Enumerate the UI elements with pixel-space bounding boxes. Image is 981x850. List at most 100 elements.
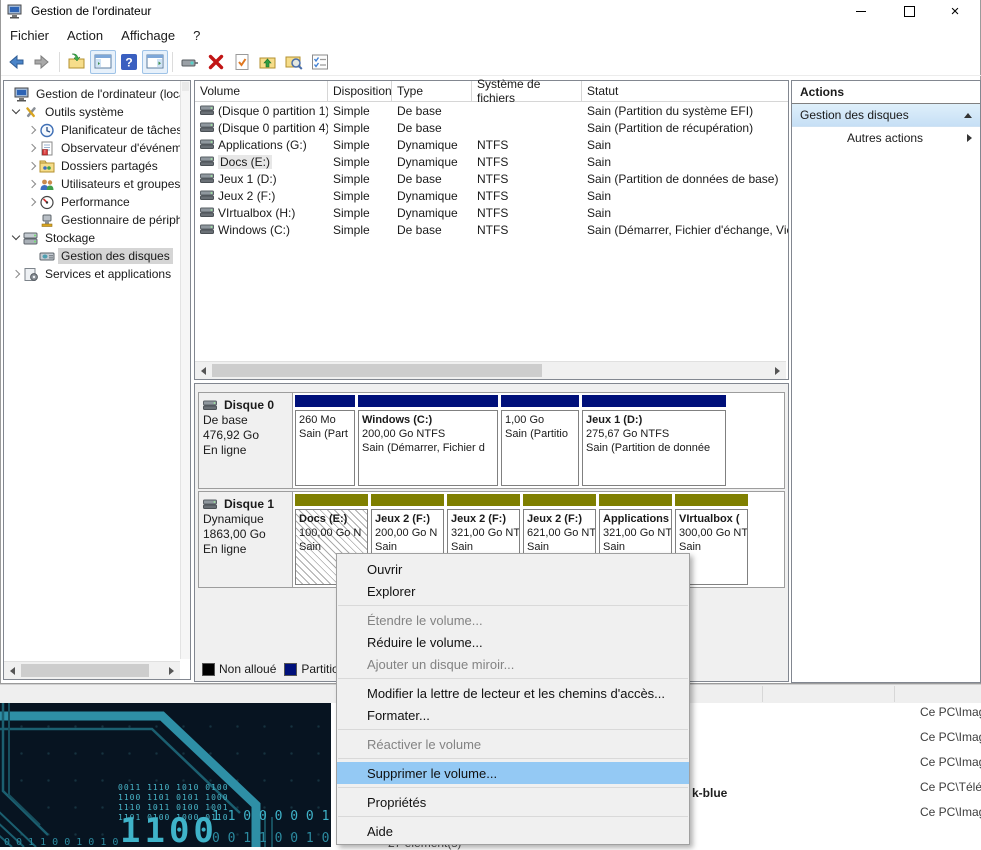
volume-row[interactable]: Jeux 1 (D:) Simple De base NTFS Sain (Pa…	[195, 170, 788, 187]
chevron-collapsed-icon[interactable]	[25, 177, 39, 191]
tree-item-observateur-evenements[interactable]: ! Observateur d'événeme	[4, 139, 180, 157]
menu-affichage[interactable]: Affichage	[112, 24, 184, 46]
properties-check-icon[interactable]	[229, 50, 255, 74]
partition-status: Sain (Partition de donnée	[586, 441, 722, 455]
menu-item-ouvrir[interactable]: Ouvrir	[337, 558, 689, 580]
tree-item-gestion-des-disques[interactable]: Gestion des disques	[4, 247, 180, 265]
tree-horizontal-scrollbar[interactable]	[4, 661, 180, 679]
column-header-disposition[interactable]: Disposition	[328, 81, 392, 101]
tree-item-label: Services et applications	[42, 266, 174, 282]
volume-status: Sain	[582, 138, 788, 152]
volume-row[interactable]: VIrtualbox (H:) Simple Dynamique NTFS Sa…	[195, 204, 788, 221]
volume-list-panel: Volume Disposition Type Système de fichi…	[194, 80, 789, 380]
partition-jeux1-d[interactable]: Jeux 1 (D:)275,67 Go NTFSSain (Partition…	[582, 395, 726, 486]
menu-item-proprietes[interactable]: Propriétés	[337, 791, 689, 813]
tree-item-utilisateurs-et-groupes[interactable]: Utilisateurs et groupes l	[4, 175, 180, 193]
title-bar[interactable]: Gestion de l'ordinateur ×	[1, 0, 980, 22]
close-button[interactable]: ×	[938, 1, 972, 21]
scroll-left-icon[interactable]	[4, 663, 21, 679]
tree-item-performance[interactable]: Performance	[4, 193, 180, 211]
disk-0-info[interactable]: Disque 0 De base 476,92 Go En ligne	[199, 393, 293, 488]
delete-icon[interactable]	[203, 50, 229, 74]
partition-recovery[interactable]: 1,00 GoSain (Partitio	[501, 395, 579, 486]
volume-horizontal-scrollbar[interactable]	[195, 361, 786, 379]
tree-item-computer-management-local[interactable]: Gestion de l'ordinateur (local)	[4, 85, 180, 103]
tree-item-outils-systeme[interactable]: Outils système	[4, 103, 180, 121]
menu-bar: Fichier Action Affichage ?	[1, 22, 980, 48]
tree-item-gestionnaire-de-peripheriques[interactable]: Gestionnaire de périphé	[4, 211, 180, 229]
menu-item-supprimer-le-volume[interactable]: Supprimer le volume...	[337, 762, 689, 784]
partition-size: 275,67 Go NTFS	[586, 427, 722, 441]
chevron-expanded-icon[interactable]	[9, 105, 23, 119]
minimize-button[interactable]	[844, 1, 878, 21]
find-folder-icon[interactable]	[281, 50, 307, 74]
disk-icon	[203, 499, 218, 510]
checklist-icon[interactable]	[307, 50, 333, 74]
tree-item-services-et-applications[interactable]: Services et applications	[4, 265, 180, 283]
menu-action[interactable]: Action	[58, 24, 112, 46]
scrollbar-thumb[interactable]	[21, 664, 149, 677]
tree-item-planificateur-de-taches[interactable]: Planificateur de tâches	[4, 121, 180, 139]
volume-size: 100,00 Go N	[299, 526, 364, 540]
chevron-expanded-icon[interactable]	[9, 231, 23, 245]
toolbar-separator	[59, 52, 60, 72]
chevron-collapsed-icon[interactable]	[25, 123, 39, 137]
scroll-right-icon[interactable]	[163, 663, 180, 679]
legend-swatch-navy	[284, 663, 297, 676]
back-icon[interactable]	[3, 50, 29, 74]
menu-item-reduire-le-volume[interactable]: Réduire le volume...	[337, 631, 689, 653]
maximize-button[interactable]	[892, 1, 926, 21]
tree-item-dossiers-partages[interactable]: Dossiers partagés	[4, 157, 180, 175]
collapse-arrow-icon[interactable]	[964, 113, 972, 118]
column-header-statut[interactable]: Statut	[582, 81, 788, 101]
menu-fichier[interactable]: Fichier	[1, 24, 58, 46]
disk-1-info[interactable]: Disque 1 Dynamique 1863,00 Go En ligne	[199, 492, 293, 587]
volume-color-strip	[295, 494, 368, 506]
scroll-up-icon[interactable]	[182, 82, 189, 91]
menu-item-aide[interactable]: Aide	[337, 820, 689, 842]
chevron-collapsed-icon[interactable]	[25, 141, 39, 155]
menu-item-explorer[interactable]: Explorer	[337, 580, 689, 602]
up-one-level-icon[interactable]	[255, 50, 281, 74]
scroll-right-icon[interactable]	[769, 363, 786, 379]
column-header-volume[interactable]: Volume	[195, 81, 328, 101]
volume-row[interactable]: Windows (C:) Simple De base NTFS Sain (D…	[195, 221, 788, 238]
remote-computer-icon[interactable]	[177, 50, 203, 74]
show-action-pane-icon[interactable]	[142, 50, 168, 74]
scroll-left-icon[interactable]	[195, 363, 212, 379]
partition-windows-c[interactable]: Windows (C:)200,00 Go NTFSSain (Démarrer…	[358, 395, 498, 486]
disk-management-icon	[39, 249, 55, 264]
volume-name: Jeux 2 (F:)	[218, 189, 275, 203]
volume-row[interactable]: (Disque 0 partition 4) Simple De base Sa…	[195, 119, 788, 136]
volume-status: Sain	[603, 540, 668, 554]
chevron-none	[25, 213, 39, 227]
scrollbar-thumb[interactable]	[212, 364, 542, 377]
partition-efi[interactable]: 260 MoSain (Part	[295, 395, 355, 486]
export-list-icon[interactable]	[64, 50, 90, 74]
volume-status: Sain	[299, 540, 364, 554]
chevron-collapsed-icon[interactable]	[25, 195, 39, 209]
disk-type: De base	[203, 413, 288, 428]
column-header-systeme-de-fichiers[interactable]: Système de fichiers	[472, 81, 582, 101]
tree-vertical-scrollbar[interactable]	[180, 81, 190, 659]
help-icon[interactable]: ?	[116, 50, 142, 74]
volume-row[interactable]: Jeux 2 (F:) Simple Dynamique NTFS Sain	[195, 187, 788, 204]
chevron-collapsed-icon[interactable]	[9, 267, 23, 281]
show-console-tree-icon[interactable]	[90, 50, 116, 74]
column-header-type[interactable]: Type	[392, 81, 472, 101]
volume-row-selected[interactable]: Docs (E:) Simple Dynamique NTFS Sain	[195, 153, 788, 170]
actions-item-autres-actions[interactable]: Autres actions	[792, 127, 980, 149]
menu-help[interactable]: ?	[184, 24, 209, 46]
chevron-collapsed-icon[interactable]	[25, 159, 39, 173]
volume-icon	[200, 122, 215, 133]
volume-row[interactable]: Applications (G:) Simple Dynamique NTFS …	[195, 136, 788, 153]
menu-item-label: Propriétés	[367, 795, 426, 810]
tree-item-stockage[interactable]: Stockage	[4, 229, 180, 247]
volume-color-strip	[447, 494, 520, 506]
menu-item-modifier-la-lettre[interactable]: Modifier la lettre de lecteur et les che…	[337, 682, 689, 704]
menu-item-formater[interactable]: Formater...	[337, 704, 689, 726]
forward-icon[interactable]	[29, 50, 55, 74]
volume-status: Sain	[527, 540, 592, 554]
legend-partition: Partitio	[284, 662, 338, 676]
actions-group-gestion-des-disques[interactable]: Gestion des disques	[792, 104, 980, 127]
